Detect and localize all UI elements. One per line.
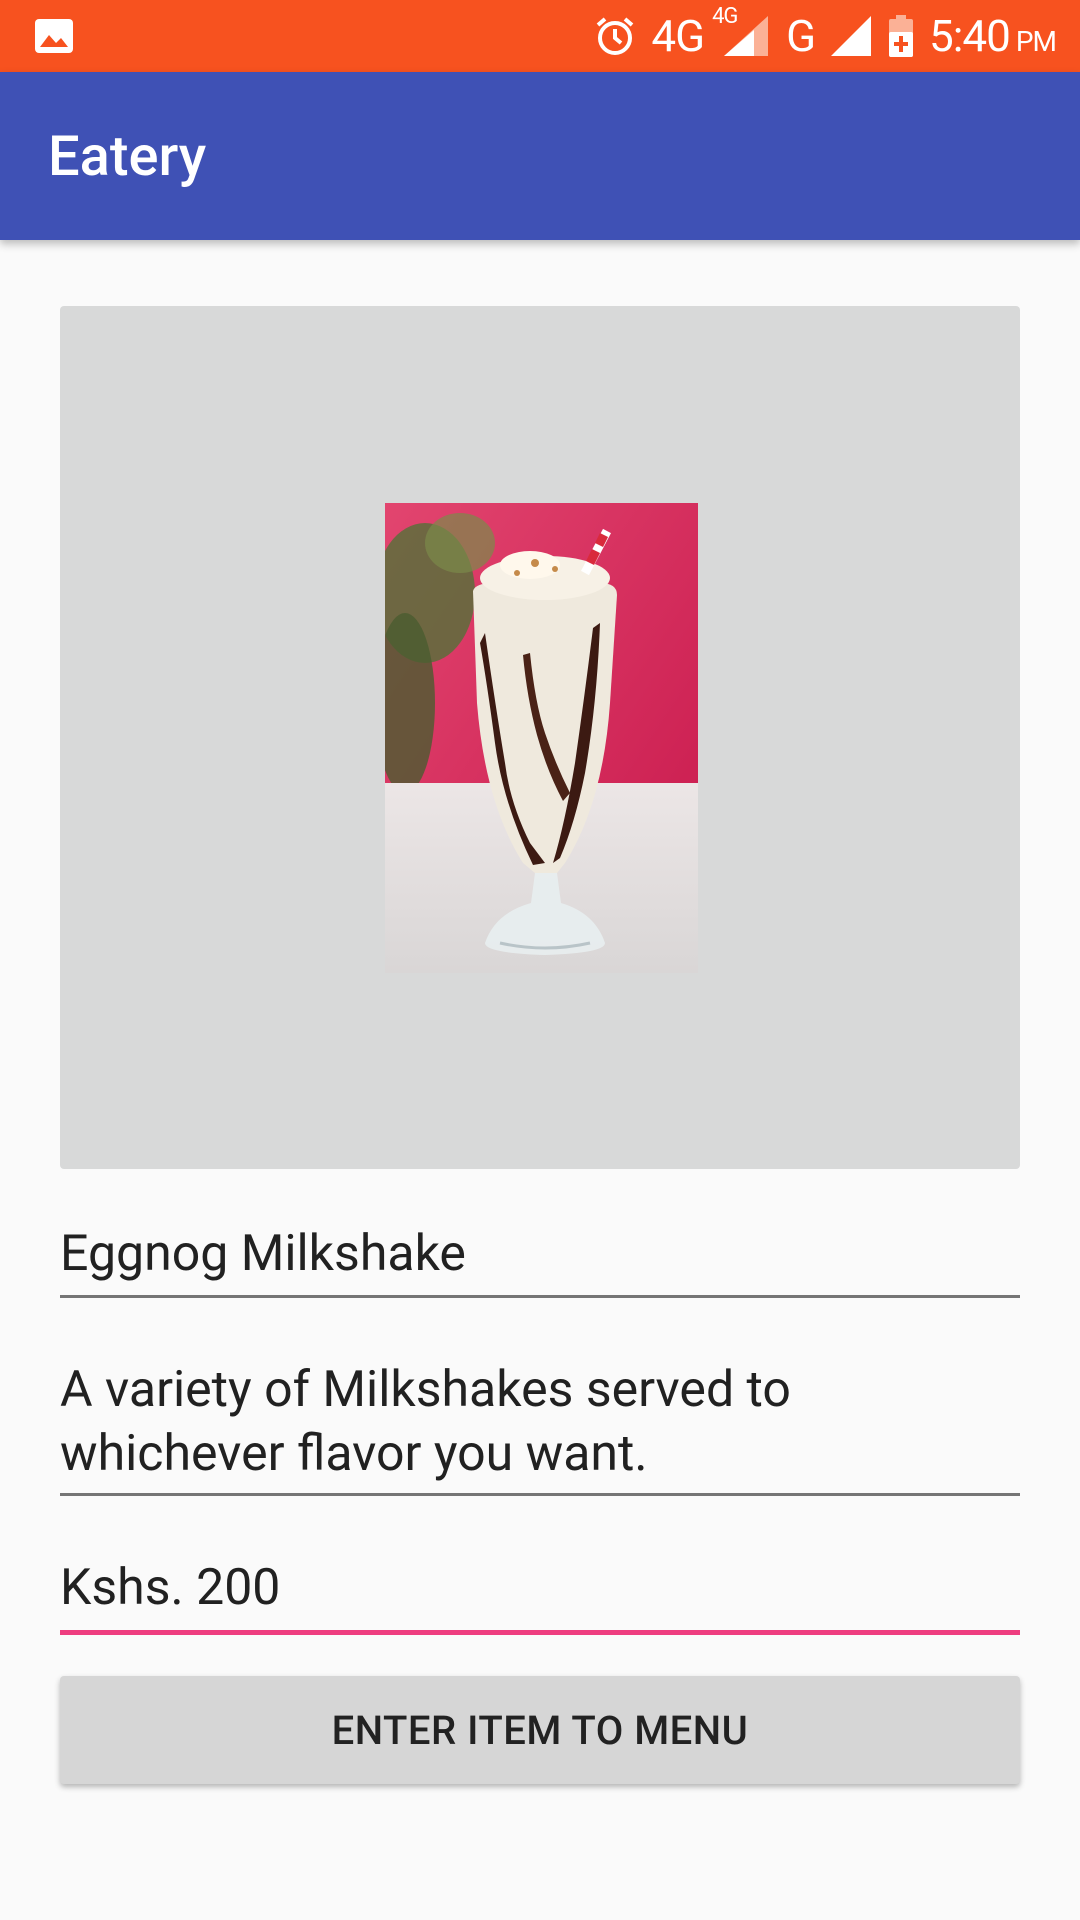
item-description-field[interactable]: A variety of Milkshakes served to whiche… — [60, 1358, 1020, 1486]
app-title: Eatery — [48, 123, 207, 189]
app-bar: Eatery — [0, 72, 1080, 240]
signal-4g-icon: 4G — [712, 4, 772, 58]
status-bar: 4G 4G G 5:40 PM — [0, 0, 1080, 72]
clock-time: 5:40 — [929, 10, 1011, 62]
item-name-field[interactable]: Eggnog Milkshake — [60, 1222, 1020, 1286]
network-g-label: G — [786, 10, 816, 62]
item-description-underline — [60, 1493, 1020, 1496]
item-name-underline — [60, 1295, 1020, 1298]
clock-ampm: PM — [1015, 25, 1057, 58]
network-4g-label: 4G — [651, 10, 705, 62]
battery-charging-icon — [889, 15, 914, 57]
clock: 5:40 PM — [929, 10, 1057, 62]
alarm-icon — [597, 17, 634, 55]
item-image-picker[interactable] — [60, 306, 1020, 1169]
gallery-notification-icon — [35, 19, 73, 53]
enter-item-button[interactable]: ENTER ITEM TO MENU — [60, 1676, 1020, 1784]
item-price-underline — [60, 1630, 1020, 1635]
milkshake-photo — [385, 503, 698, 973]
item-price-field[interactable]: Kshs. 200 — [60, 1556, 1020, 1620]
signal-g-icon — [831, 16, 872, 56]
